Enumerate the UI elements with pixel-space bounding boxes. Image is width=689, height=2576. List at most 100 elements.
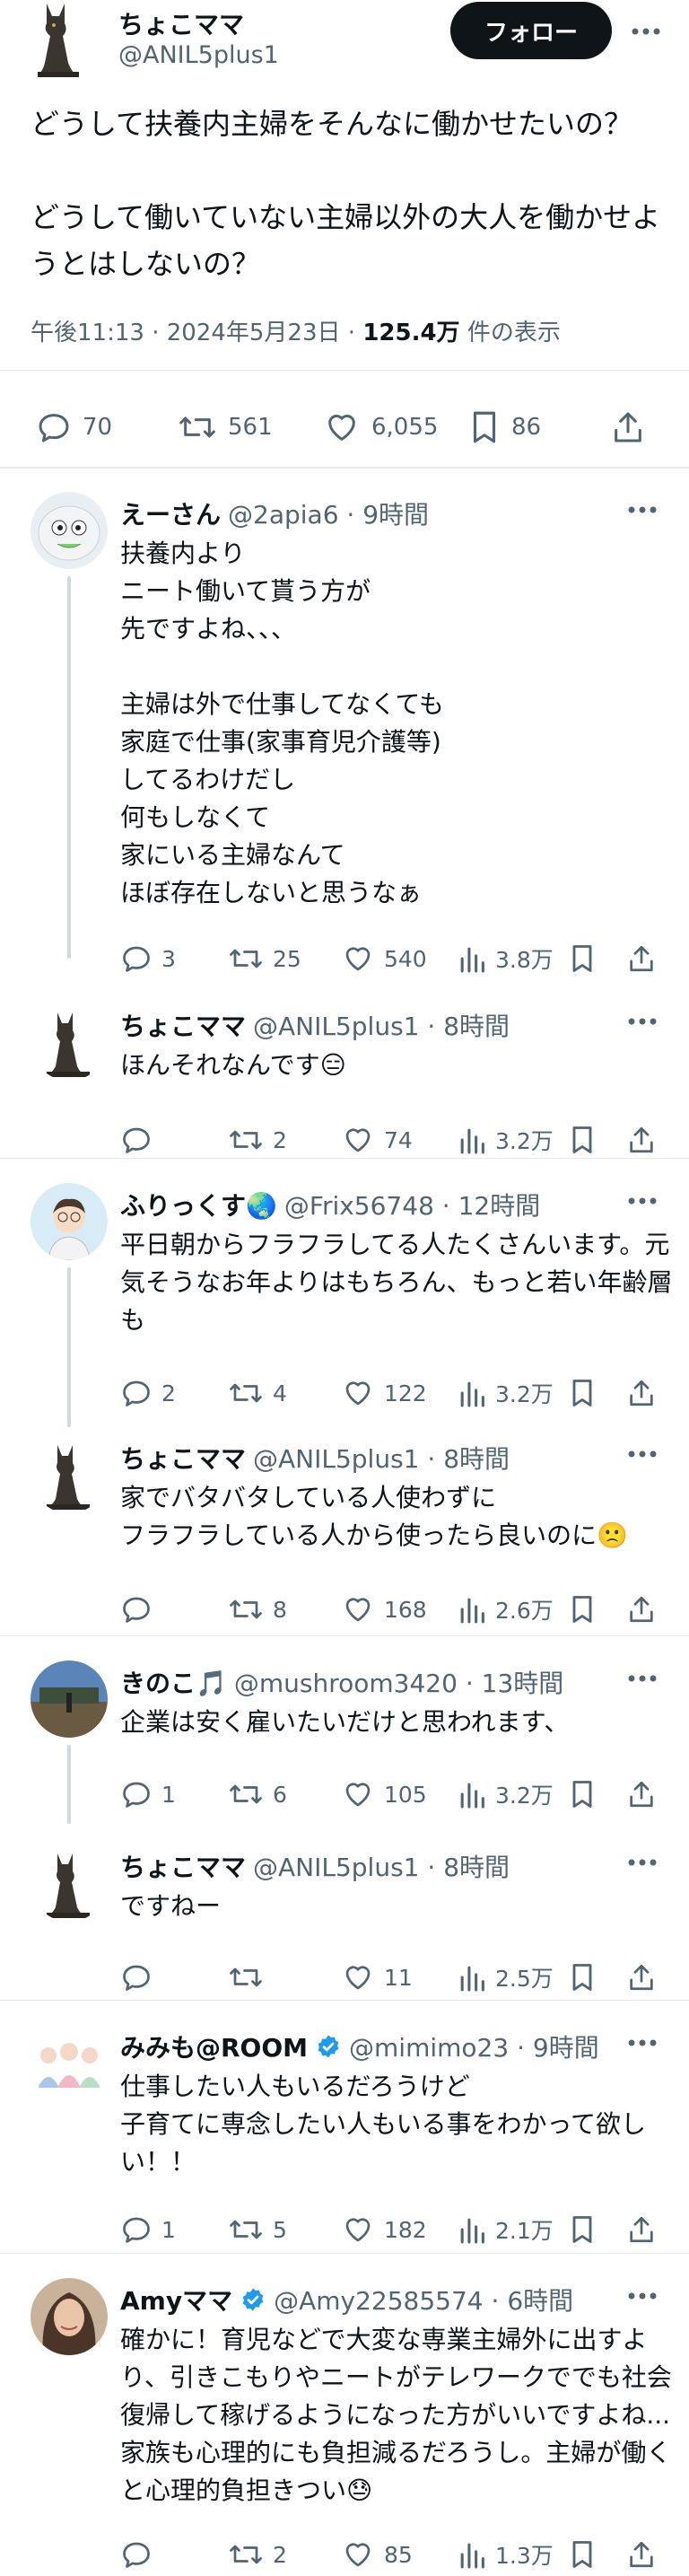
share-button[interactable] — [626, 1776, 657, 1812]
views-button[interactable]: 3.2万 — [458, 1776, 554, 1812]
views-button[interactable]: 3.8万 — [458, 941, 554, 977]
views-button[interactable]: 2.5万 — [458, 1959, 554, 1995]
share-button[interactable] — [626, 1591, 657, 1627]
reply-button[interactable]: 1 — [120, 2212, 176, 2247]
more-icon[interactable] — [624, 1852, 660, 1873]
retweet-button[interactable]: 25 — [228, 941, 301, 977]
reply-author-name[interactable]: ちょこママ — [120, 1007, 246, 1043]
reply-handle-time[interactable]: @ANIL5plus1 · 8時間 — [253, 1007, 510, 1043]
reply-author-name[interactable]: きのこ🎵 — [120, 1664, 227, 1700]
reply-handle-time[interactable]: @ANIL5plus1 · 8時間 — [253, 1848, 510, 1884]
bookmark-button[interactable] — [569, 1776, 596, 1812]
like-count: 11 — [384, 1964, 413, 1991]
bookmark-button[interactable] — [569, 1122, 596, 1158]
reply-author-name[interactable]: ちょこママ — [120, 1848, 246, 1884]
reply-author-name[interactable]: えーさん — [120, 495, 221, 531]
like-button[interactable]: 85 — [341, 2537, 413, 2572]
reply-button[interactable] — [120, 1959, 161, 1995]
reply-author-name[interactable]: Amyママ — [120, 2282, 232, 2318]
reply-button[interactable]: 2 — [120, 1375, 176, 1411]
like-button[interactable]: 6,055 — [323, 395, 438, 460]
follow-button[interactable]: フォロー — [450, 2, 612, 59]
like-button[interactable]: 74 — [341, 1122, 413, 1158]
views-button[interactable]: 3.2万 — [458, 1122, 554, 1158]
more-icon[interactable] — [624, 2285, 660, 2307]
reply-author-name[interactable]: みみも@ROOM — [120, 2028, 308, 2064]
author-handle[interactable]: @ANIL5plus1 — [118, 41, 279, 69]
reply-avatar[interactable] — [31, 2025, 108, 2102]
view-count: 125.4万 — [362, 320, 460, 346]
share-icon — [626, 1778, 657, 1810]
bookmark-button[interactable] — [569, 1959, 596, 1995]
reply-handle-time[interactable]: @ANIL5plus1 · 8時間 — [253, 1440, 510, 1476]
reply-button[interactable]: 1 — [120, 1776, 176, 1812]
heart-icon — [341, 2538, 375, 2571]
retweet-button[interactable] — [228, 1959, 273, 1995]
reply-header: ちょこママ @ANIL5plus1 · 8時間 — [120, 1007, 510, 1043]
like-button[interactable]: 122 — [341, 1375, 427, 1411]
share-button[interactable] — [626, 1959, 657, 1995]
more-icon[interactable] — [624, 1668, 660, 1689]
share-button[interactable] — [626, 1122, 657, 1158]
reply-author-name[interactable]: ふりっくす🌏 — [120, 1187, 277, 1222]
post-timestamp[interactable]: 午後11:13 · 2024年5月23日 · — [31, 320, 362, 346]
reply-avatar[interactable] — [31, 1436, 108, 1513]
retweet-button[interactable]: 5 — [228, 2212, 287, 2247]
reply-button[interactable] — [120, 1122, 161, 1158]
retweet-button[interactable]: 2 — [228, 1122, 287, 1158]
reply-avatar[interactable] — [31, 1844, 108, 1922]
reply-button[interactable] — [120, 2537, 161, 2572]
retweet-button[interactable]: 8 — [228, 1591, 287, 1627]
avatar-main-cat-statue[interactable] — [27, 0, 90, 77]
more-icon[interactable] — [624, 2032, 660, 2054]
like-count: 74 — [384, 1126, 413, 1153]
reply-avatar[interactable] — [31, 1183, 108, 1260]
reply-avatar[interactable] — [31, 2278, 108, 2355]
share-button[interactable] — [626, 1375, 657, 1411]
views-button[interactable]: 2.6万 — [458, 1591, 554, 1627]
more-icon[interactable] — [624, 1443, 660, 1465]
like-button[interactable]: 105 — [341, 1776, 427, 1812]
more-icon[interactable] — [624, 1011, 660, 1032]
reply-handle-time[interactable]: @Amy22585574 · 6時間 — [274, 2282, 573, 2318]
reply-button[interactable] — [120, 1591, 161, 1627]
views-button[interactable]: 2.1万 — [458, 2212, 554, 2247]
reply-button[interactable]: 3 — [120, 941, 176, 977]
more-icon[interactable] — [624, 1190, 660, 1212]
like-button[interactable]: 168 — [341, 1591, 427, 1627]
like-button[interactable]: 540 — [341, 941, 427, 977]
bookmark-button[interactable]: 86 — [468, 395, 541, 460]
bookmark-button[interactable] — [569, 1591, 596, 1627]
reply-header: ふりっくす🌏 @Frix56748 · 12時間 — [120, 1187, 540, 1222]
reply-handle-time[interactable]: @2apia6 · 9時間 — [228, 495, 429, 531]
more-icon[interactable] — [624, 499, 660, 521]
reply-handle-time[interactable]: @mimimo23 · 9時間 — [349, 2028, 599, 2064]
retweet-button[interactable]: 561 — [178, 395, 273, 460]
like-button[interactable]: 11 — [341, 1959, 413, 1995]
bookmark-icon — [468, 408, 501, 446]
retweet-button[interactable]: 6 — [228, 1776, 287, 1812]
share-button[interactable] — [626, 2212, 657, 2247]
share-button[interactable] — [626, 941, 657, 977]
author-name[interactable]: ちょこママ — [118, 5, 244, 41]
bookmark-button[interactable] — [569, 2537, 596, 2572]
reply-avatar[interactable] — [31, 492, 108, 569]
like-button[interactable]: 182 — [341, 2212, 427, 2247]
bookmark-button[interactable] — [569, 941, 596, 977]
share-button[interactable] — [610, 395, 646, 460]
reply-author-name[interactable]: ちょこママ — [120, 1440, 246, 1476]
views-icon — [458, 1779, 486, 1809]
views-button[interactable]: 3.2万 — [458, 1375, 554, 1411]
retweet-button[interactable]: 4 — [228, 1375, 287, 1411]
retweet-button[interactable]: 2 — [228, 2537, 287, 2572]
share-button[interactable] — [626, 2537, 657, 2572]
reply-button[interactable]: 70 — [36, 395, 112, 460]
bookmark-button[interactable] — [569, 2212, 596, 2247]
reply-handle-time[interactable]: @Frix56748 · 12時間 — [284, 1187, 540, 1222]
reply-avatar[interactable] — [31, 1660, 108, 1738]
reply-avatar[interactable] — [31, 1003, 108, 1081]
more-icon[interactable] — [628, 18, 664, 45]
reply-handle-time[interactable]: @mushroom3420 · 13時間 — [234, 1664, 563, 1700]
views-button[interactable]: 1.3万 — [458, 2537, 554, 2572]
bookmark-button[interactable] — [569, 1375, 596, 1411]
